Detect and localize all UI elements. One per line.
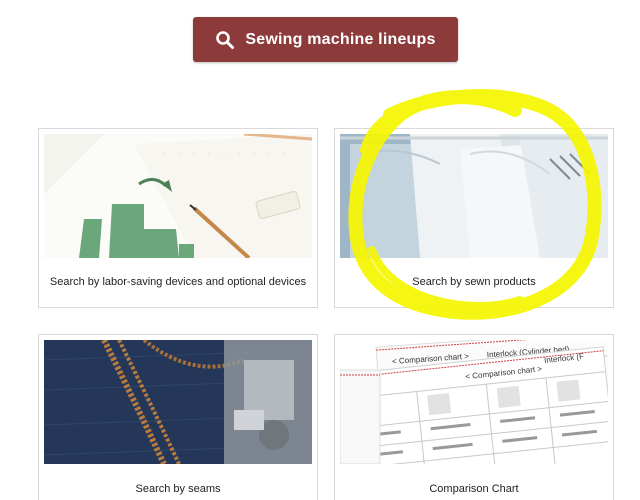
- card-comparison-chart[interactable]: < Comparison chart > Interlock (Cylinder…: [334, 334, 614, 500]
- card-caption: Search by seams: [135, 483, 221, 495]
- chart-papers-image: [44, 134, 312, 258]
- sewing-machine-lineups-button[interactable]: Sewing machine lineups: [193, 17, 458, 62]
- card-caption: Search by sewn products: [412, 276, 536, 288]
- comparison-chart-image: < Comparison chart > Interlock (Cylinder…: [340, 340, 608, 464]
- shirts-on-hangers-image: [340, 134, 608, 258]
- card-caption: Search by labor-saving devices and optio…: [49, 276, 307, 288]
- card-labor-saving-devices[interactable]: Search by labor-saving devices and optio…: [38, 128, 318, 308]
- denim-seams-image: [44, 340, 312, 464]
- search-icon: [215, 30, 235, 50]
- card-seams[interactable]: Search by seams: [38, 334, 318, 500]
- card-caption: Comparison Chart: [429, 483, 519, 495]
- lineup-button-label: Sewing machine lineups: [245, 30, 436, 48]
- card-sewn-products[interactable]: Search by sewn products: [334, 128, 614, 308]
